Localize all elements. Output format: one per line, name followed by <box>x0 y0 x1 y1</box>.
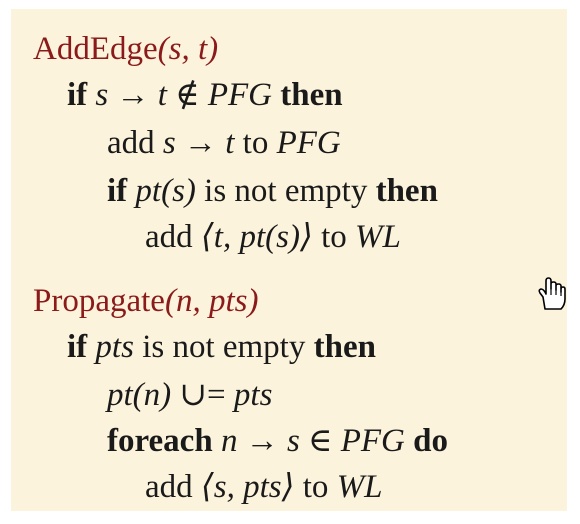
worklist: WL <box>336 469 383 505</box>
keyword-if: if <box>107 173 128 209</box>
keyword-then: then <box>375 173 438 209</box>
propagate-line-foreach: foreach n → s ∈ PFG do <box>107 421 448 461</box>
function-name: Propagate <box>33 283 165 319</box>
algorithm-panel: AddEdge(s, t) if s → t ∉ PFG then add s … <box>8 6 570 514</box>
points-to-expr: pt(s) <box>135 173 196 209</box>
propagate-line-add-wl: add ⟨s, pts⟩ to WL <box>145 467 383 507</box>
keyword-if: if <box>67 329 88 365</box>
text-add: add <box>107 125 155 161</box>
addedge-line-if-nonempty: if pt(s) is not empty then <box>107 171 438 211</box>
text-add: add <box>145 469 193 505</box>
keyword-do: do <box>413 423 448 459</box>
pts-var: pts <box>95 329 134 365</box>
text-to: to <box>321 219 347 255</box>
edge: s → t <box>162 125 235 161</box>
pfg: PFG <box>276 125 341 161</box>
keyword-foreach: foreach <box>107 423 213 459</box>
text-is-not-empty: is not empty <box>204 173 368 209</box>
text-to: to <box>302 469 329 505</box>
worklist-pair: ⟨t, pt(s)⟩ <box>200 219 313 255</box>
worklist-pair: ⟨s, pts⟩ <box>200 469 295 505</box>
keyword-if: if <box>67 77 88 113</box>
propagate-line-union: pt(n) ∪= pts <box>107 375 272 415</box>
propagate-line-if: if pts is not empty then <box>67 327 376 367</box>
condition: s → t ∉ PFG <box>95 77 273 113</box>
union-assign-op: ∪= <box>179 377 226 413</box>
worklist: WL <box>355 219 401 255</box>
pts-var: pts <box>233 377 273 413</box>
text-to: to <box>242 125 269 161</box>
keyword-then: then <box>313 329 376 365</box>
text-add: add <box>145 219 193 255</box>
points-to-expr: pt(n) <box>107 377 172 413</box>
text-is-not-empty: is not empty <box>142 329 306 365</box>
keyword-then: then <box>280 77 343 113</box>
function-name: AddEdge <box>33 31 158 67</box>
addedge-signature: AddEdge(s, t) <box>33 29 218 69</box>
addedge-line-add-edge: add s → t to PFG <box>107 123 341 163</box>
function-params: (n, pts) <box>164 283 259 319</box>
addedge-line-if: if s → t ∉ PFG then <box>67 75 343 115</box>
addedge-line-add-wl: add ⟨t, pt(s)⟩ to WL <box>145 217 401 257</box>
hand-cursor-icon <box>538 277 566 310</box>
function-params: (s, t) <box>157 31 219 67</box>
foreach-condition: n → s ∈ PFG <box>220 423 405 459</box>
propagate-signature: Propagate(n, pts) <box>33 281 258 321</box>
